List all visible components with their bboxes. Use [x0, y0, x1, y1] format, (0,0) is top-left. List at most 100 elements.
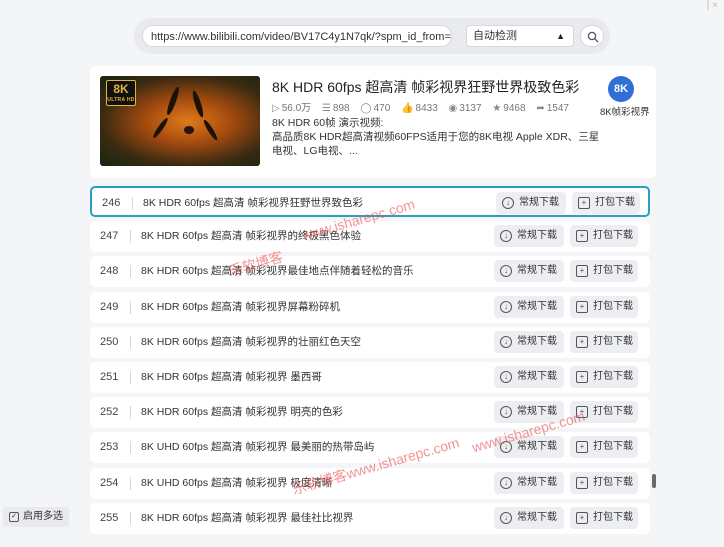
download-icon: ↓ — [500, 477, 512, 489]
enable-multi-select-button[interactable]: ✓ 启用多选 — [3, 507, 69, 527]
channel-avatar[interactable]: 8K — [608, 76, 634, 102]
download-icon: ↓ — [502, 197, 514, 209]
pack-download-label: 打包下载 — [593, 336, 633, 347]
pack-download-label: 打包下载 — [595, 197, 635, 208]
description-line-1: 8K HDR 60帧 演示视频: — [272, 117, 384, 129]
divider — [130, 441, 131, 454]
package-download-icon: + — [576, 301, 588, 313]
share-icon: ➦ — [536, 103, 545, 114]
episode-title: 8K HDR 60fps 超高清 帧彩视界 墨西哥 — [141, 371, 322, 383]
divider — [130, 371, 131, 384]
pack-download-button[interactable]: + 打包下载 — [570, 436, 638, 458]
list-item[interactable]: 251 8K HDR 60fps 超高清 帧彩视界 墨西哥 ↓ 常规下载 + 打包下载 — [90, 362, 650, 393]
normal-download-button[interactable]: ↓ 常规下载 — [496, 192, 566, 214]
divider — [130, 336, 131, 349]
mode-select[interactable]: 自动检测 ▲ — [466, 25, 574, 47]
episode-number: 248 — [100, 265, 119, 277]
url-input[interactable]: https://www.bilibili.com/video/BV17C4y1N… — [142, 25, 452, 47]
list-item[interactable]: 250 8K HDR 60fps 超高清 帧彩视界的壮丽红色天空 ↓ 常规下载 + 打包下… — [90, 327, 650, 358]
pack-download-button[interactable]: + 打包下载 — [570, 507, 638, 529]
download-icon: ↓ — [500, 301, 512, 313]
divider — [130, 477, 131, 490]
download-icon: ↓ — [500, 512, 512, 524]
package-download-icon: + — [576, 371, 588, 383]
normal-download-button[interactable]: ↓ 常规下载 — [494, 331, 564, 353]
video-description: 8K HDR 60帧 演示视频: 高品质8K HDR超高清视频60FPS适用于您… — [272, 116, 602, 158]
pack-download-button[interactable]: + 打包下载 — [570, 296, 638, 318]
normal-download-button[interactable]: ↓ 常规下载 — [494, 507, 564, 529]
pack-download-button[interactable]: + 打包下载 — [570, 225, 638, 247]
pack-download-button[interactable]: + 打包下载 — [570, 472, 638, 494]
divider — [130, 265, 131, 278]
episode-number: 249 — [100, 301, 119, 313]
package-download-icon: + — [576, 441, 588, 453]
episode-number: 253 — [100, 441, 119, 453]
pack-download-button[interactable]: + 打包下载 — [570, 260, 638, 282]
episode-title: 8K HDR 60fps 超高清 帧彩视界屏幕粉碎机 — [141, 301, 340, 313]
normal-download-label: 常规下载 — [517, 512, 557, 523]
normal-download-label: 常规下载 — [517, 301, 557, 312]
search-icon — [587, 31, 599, 43]
normal-download-label: 常规下载 — [517, 336, 557, 347]
share-count: 1547 — [546, 103, 569, 114]
pack-download-label: 打包下载 — [593, 512, 633, 523]
divider — [130, 512, 131, 525]
package-download-icon: + — [576, 265, 588, 277]
pack-download-button[interactable]: + 打包下载 — [570, 331, 638, 353]
episode-title: 8K HDR 60fps 超高清 帧彩视界的壮丽红色天空 — [141, 336, 361, 348]
normal-download-label: 常规下载 — [519, 197, 559, 208]
divider — [130, 301, 131, 314]
episode-number: 247 — [100, 230, 119, 242]
normal-download-label: 常规下载 — [517, 477, 557, 488]
normal-download-button[interactable]: ↓ 常规下载 — [494, 366, 564, 388]
download-icon: ↓ — [500, 265, 512, 277]
package-download-icon: + — [576, 512, 588, 524]
pack-download-label: 打包下载 — [593, 441, 633, 452]
checkbox-icon: ✓ — [9, 512, 19, 522]
divider — [130, 406, 131, 419]
coin-count: 3137 — [459, 103, 482, 114]
normal-download-label: 常规下载 — [517, 371, 557, 382]
normal-download-button[interactable]: ↓ 常规下载 — [494, 472, 564, 494]
normal-download-button[interactable]: ↓ 常规下载 — [494, 225, 564, 247]
danmaku-icon: ☰ — [321, 103, 331, 114]
normal-download-label: 常规下载 — [517, 265, 557, 276]
download-icon: ↓ — [500, 406, 512, 418]
pack-download-label: 打包下载 — [593, 371, 633, 382]
episode-number: 246 — [102, 197, 121, 209]
list-item[interactable]: 249 8K HDR 60fps 超高清 帧彩视界屏幕粉碎机 ↓ 常规下载 + 打包下载 — [90, 292, 650, 323]
normal-download-label: 常规下载 — [517, 441, 557, 452]
list-scrollbar[interactable] — [652, 474, 656, 488]
episode-title: 8K UHD 60fps 超高清 帧彩视界 最美丽的热带岛屿 — [141, 441, 375, 453]
channel-name[interactable]: 8K帧彩视界 — [600, 104, 650, 118]
search-button[interactable] — [580, 25, 604, 47]
download-icon: ↓ — [500, 230, 512, 242]
favorite-icon: ★ — [492, 103, 502, 114]
mode-select-value: 自动检测 — [473, 30, 517, 42]
search-bar: https://www.bilibili.com/video/BV17C4y1N… — [134, 18, 610, 54]
normal-download-button[interactable]: ↓ 常规下载 — [494, 260, 564, 282]
video-thumbnail[interactable]: 8K ULTRA HD — [100, 76, 260, 166]
normal-download-button[interactable]: ↓ 常规下载 — [494, 296, 564, 318]
thumb-badge-subtext: ULTRA HD — [107, 97, 135, 103]
video-info-card: 8K ULTRA HD 8K HDR 60fps 超高清 帧彩视界狂野世界极致色… — [90, 66, 656, 178]
list-item[interactable]: 248 8K HDR 60fps 超高清 帧彩视界最佳地点伴随着轻松的音乐 ↓ 常规下… — [90, 256, 650, 287]
play-count-icon: ▷ — [272, 103, 280, 114]
pack-download-button[interactable]: + 打包下载 — [570, 366, 638, 388]
list-item[interactable]: 247 8K HDR 60fps 超高清 帧彩视界的终极黑色体验 ↓ 常规下载 + 打包下… — [90, 221, 650, 252]
play-count: 56.0万 — [281, 103, 312, 114]
normal-download-label: 常规下载 — [517, 230, 557, 241]
episode-number: 252 — [100, 406, 119, 418]
multi-select-label: 启用多选 — [23, 511, 63, 522]
divider — [130, 230, 131, 243]
package-download-icon: + — [578, 197, 590, 209]
like-icon: 👍 — [401, 103, 414, 114]
pack-download-button[interactable]: + 打包下载 — [572, 192, 640, 214]
list-item[interactable]: 255 8K HDR 60fps 超高清 帧彩视界 最佳社比视界 ↓ 常规下载 + 打包下… — [90, 503, 650, 534]
divider — [132, 197, 133, 210]
pack-download-label: 打包下载 — [593, 265, 633, 276]
episode-title: 8K HDR 60fps 超高清 帧彩视界狂野世界致色彩 — [143, 197, 363, 209]
video-title: 8K HDR 60fps 超高清 帧彩视界狂野世界极致色彩 — [272, 79, 580, 95]
pack-download-label: 打包下载 — [593, 477, 633, 488]
favorite-count: 9468 — [503, 103, 526, 114]
